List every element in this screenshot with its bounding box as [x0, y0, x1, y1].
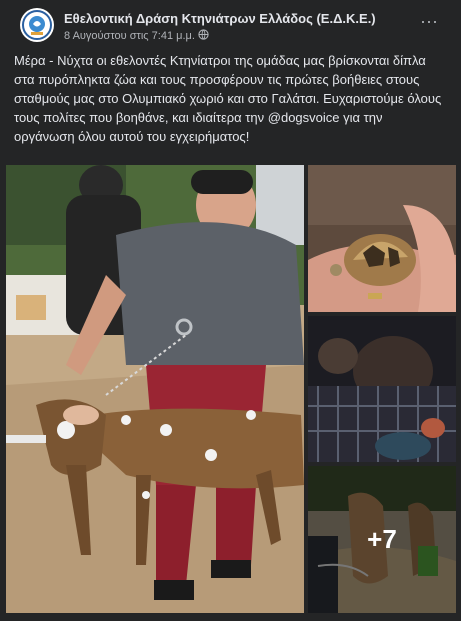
tortoise-in-hand-image — [308, 165, 456, 312]
photo-cat-cage[interactable] — [308, 316, 456, 462]
vet-treating-goat-image — [6, 165, 304, 613]
post-meta: 8 Αυγούστου στις 7:41 μ.μ. — [64, 29, 209, 43]
post-body-text: Μέρα - Νύχτα οι εθελοντές Κτηνίατροι της… — [14, 53, 442, 144]
photo-main[interactable] — [6, 165, 304, 613]
globe-icon — [198, 29, 209, 43]
photo-tortoise[interactable] — [308, 165, 456, 312]
ekke-logo-icon — [21, 9, 53, 41]
page-avatar[interactable] — [20, 8, 54, 42]
post-timestamp[interactable]: 8 Αυγούστου στις 7:41 μ.μ. — [64, 30, 195, 42]
photo-grid: +7 — [6, 165, 456, 613]
ellipsis-icon[interactable]: ··· — [416, 12, 442, 34]
page-name[interactable]: Εθελοντική Δράση Κτηνιάτρων Ελλάδος (Ε.Δ… — [64, 11, 376, 26]
post-header: Εθελοντική Δράση Κτηνιάτρων Ελλάδος (Ε.Δ… — [0, 0, 461, 43]
photo-more[interactable]: +7 — [308, 466, 456, 613]
cat-in-carrier-image — [308, 316, 456, 462]
more-photos-count[interactable]: +7 — [308, 466, 456, 613]
